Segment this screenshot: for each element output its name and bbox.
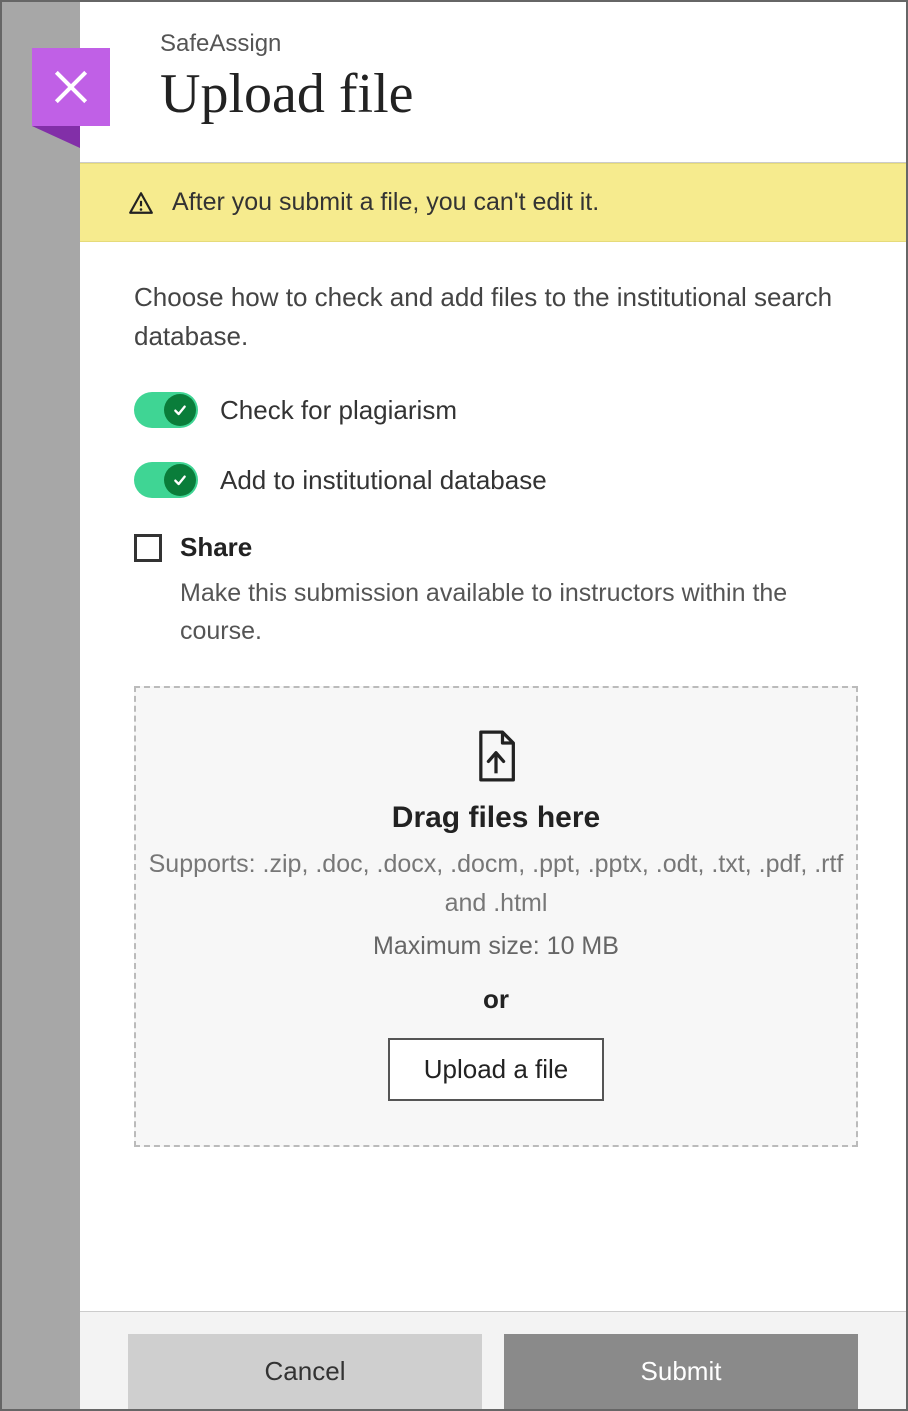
panel-content: Choose how to check and add files to the… xyxy=(80,242,906,1311)
dropzone-title: Drag files here xyxy=(148,801,844,835)
toggle-plagiarism-row: Check for plagiarism xyxy=(134,392,858,428)
close-ribbon-tail xyxy=(32,126,80,148)
check-icon xyxy=(172,472,188,488)
intro-text: Choose how to check and add files to the… xyxy=(134,278,858,356)
share-description: Make this submission available to instru… xyxy=(180,575,858,650)
file-upload-icon xyxy=(148,730,844,787)
warning-banner: After you submit a file, you can't edit … xyxy=(80,163,906,242)
page-title: Upload file xyxy=(160,62,858,126)
share-row: Share xyxy=(134,532,858,563)
toggle-institutional-label: Add to institutional database xyxy=(220,465,547,496)
toggle-plagiarism[interactable] xyxy=(134,392,198,428)
left-rail xyxy=(2,2,80,1409)
header-overline: SafeAssign xyxy=(160,30,858,58)
warning-icon xyxy=(128,190,154,216)
panel-header: SafeAssign Upload file xyxy=(80,2,906,163)
file-dropzone[interactable]: Drag files here Supports: .zip, .doc, .d… xyxy=(134,686,858,1147)
check-icon xyxy=(172,402,188,418)
toggle-institutional-row: Add to institutional database xyxy=(134,462,858,498)
toggle-plagiarism-label: Check for plagiarism xyxy=(220,395,457,426)
toggle-knob xyxy=(164,394,196,426)
upload-file-button[interactable]: Upload a file xyxy=(388,1038,605,1101)
panel-footer: Cancel Submit xyxy=(80,1311,906,1409)
dropzone-or: or xyxy=(148,979,844,1019)
cancel-button[interactable]: Cancel xyxy=(128,1334,482,1409)
dropzone-supports: Supports: .zip, .doc, .docx, .docm, .ppt… xyxy=(148,845,844,923)
share-checkbox[interactable] xyxy=(134,534,162,562)
upload-panel: SafeAssign Upload file After you submit … xyxy=(80,2,906,1409)
warning-text: After you submit a file, you can't edit … xyxy=(172,188,599,217)
dropzone-maxsize: Maximum size: 10 MB xyxy=(148,927,844,966)
toggle-knob xyxy=(164,464,196,496)
share-label: Share xyxy=(180,532,252,563)
toggle-institutional[interactable] xyxy=(134,462,198,498)
submit-button[interactable]: Submit xyxy=(504,1334,858,1409)
